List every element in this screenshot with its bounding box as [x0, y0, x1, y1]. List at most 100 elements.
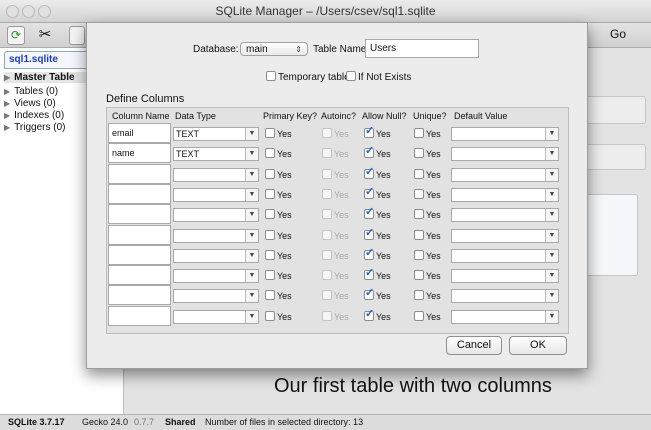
default-value-combo[interactable]: ▼ [451, 208, 559, 223]
table-name-input[interactable]: Users [365, 39, 479, 58]
allow-null-checkbox[interactable] [364, 286, 374, 301]
primary-key-option[interactable]: Yes [265, 188, 292, 200]
primary-key-checkbox[interactable] [265, 270, 275, 281]
primary-key-checkbox[interactable] [265, 128, 275, 138]
unique-checkbox[interactable] [414, 249, 424, 260]
primary-key-option[interactable]: Yes [265, 290, 292, 301]
dropdown-arrow-icon[interactable]: ▼ [245, 249, 258, 262]
allow-null-checkbox[interactable] [364, 185, 374, 199]
default-value-combo[interactable]: ▼ [451, 127, 559, 141]
allow-null-checkbox[interactable] [364, 266, 374, 281]
data-type-combo[interactable]: TEXT ▼ [173, 127, 259, 141]
unique-option[interactable]: Yes [414, 188, 441, 200]
default-value-combo[interactable]: ▼ [451, 309, 559, 324]
primary-key-option[interactable]: Yes [265, 148, 292, 159]
allow-null-checkbox[interactable] [364, 205, 374, 220]
primary-key-option[interactable]: Yes [265, 209, 292, 220]
unique-option[interactable]: Yes [414, 270, 441, 281]
allow-null-option[interactable]: Yes [364, 124, 391, 139]
expand-arrow-icon[interactable]: ▶ [4, 73, 10, 82]
allow-null-option[interactable]: Yes [364, 185, 391, 200]
column-name-input[interactable]: name [108, 143, 171, 164]
tree-item-tables[interactable]: ▶ Tables (0) [4, 86, 58, 97]
primary-key-option[interactable]: Yes [265, 270, 292, 281]
allow-null-option[interactable]: Yes [364, 246, 391, 261]
expand-arrow-icon[interactable]: ▶ [4, 123, 10, 132]
primary-key-option[interactable]: Yes [265, 168, 292, 180]
data-type-combo[interactable]: ▼ [173, 187, 259, 202]
column-name-input[interactable] [108, 244, 171, 265]
dropdown-arrow-icon[interactable]: ▼ [545, 148, 558, 161]
allow-null-checkbox[interactable] [364, 226, 374, 240]
primary-key-option[interactable]: Yes [265, 310, 292, 322]
default-value-combo[interactable]: ▼ [451, 289, 559, 304]
column-name-input[interactable] [108, 305, 171, 326]
unique-option[interactable]: Yes [414, 290, 441, 301]
data-type-combo[interactable]: ▼ [173, 309, 259, 324]
dropdown-arrow-icon[interactable]: ▼ [245, 209, 258, 222]
expand-arrow-icon[interactable]: ▶ [4, 99, 10, 108]
data-type-combo[interactable]: ▼ [173, 248, 259, 263]
unique-checkbox[interactable] [414, 290, 424, 301]
primary-key-checkbox[interactable] [265, 249, 275, 260]
if-not-exists-option[interactable]: If Not Exists [346, 71, 411, 83]
primary-key-checkbox[interactable] [265, 188, 275, 199]
primary-key-checkbox[interactable] [265, 209, 275, 220]
dropdown-arrow-icon[interactable]: ▼ [245, 229, 258, 242]
column-name-input[interactable] [108, 163, 171, 184]
allow-null-option[interactable]: Yes [364, 205, 391, 220]
primary-key-checkbox[interactable] [265, 229, 275, 240]
default-value-combo[interactable]: ▼ [451, 248, 559, 263]
unique-option[interactable]: Yes [414, 209, 441, 220]
unique-checkbox[interactable] [414, 188, 424, 199]
primary-key-checkbox[interactable] [265, 290, 275, 301]
primary-key-checkbox[interactable] [265, 310, 275, 321]
default-value-combo[interactable]: ▼ [451, 147, 559, 162]
primary-key-option[interactable]: Yes [265, 249, 292, 261]
cancel-button[interactable]: Cancel [446, 336, 502, 355]
tree-item-triggers[interactable]: ▶ Triggers (0) [4, 122, 65, 133]
data-type-combo[interactable]: ▼ [173, 167, 259, 182]
allow-null-option[interactable]: Yes [364, 165, 391, 180]
allow-null-option[interactable]: Yes [364, 226, 391, 241]
temporary-table-option[interactable]: Temporary table [266, 71, 350, 83]
dropdown-arrow-icon[interactable]: ▼ [245, 188, 258, 201]
dropdown-arrow-icon[interactable]: ▼ [545, 290, 558, 303]
dropdown-arrow-icon[interactable]: ▼ [245, 148, 258, 161]
dropdown-arrow-icon[interactable]: ▼ [245, 128, 258, 140]
allow-null-checkbox[interactable] [364, 307, 374, 321]
database-tab[interactable]: sql1.sqlite [4, 51, 90, 69]
unique-option[interactable]: Yes [414, 128, 441, 139]
allow-null-option[interactable]: Yes [364, 286, 391, 301]
if-not-exists-checkbox[interactable] [346, 71, 356, 81]
dropdown-arrow-icon[interactable]: ▼ [245, 168, 258, 181]
unique-checkbox[interactable] [414, 229, 424, 240]
temporary-table-checkbox[interactable] [266, 71, 276, 81]
dropdown-arrow-icon[interactable]: ▼ [545, 270, 558, 283]
unique-checkbox[interactable] [414, 148, 424, 159]
allow-null-option[interactable]: Yes [364, 307, 391, 322]
unique-checkbox[interactable] [414, 310, 424, 321]
dropdown-arrow-icon[interactable]: ▼ [545, 168, 558, 181]
default-value-combo[interactable]: ▼ [451, 228, 559, 243]
ok-button[interactable]: OK [509, 336, 567, 355]
default-value-combo[interactable]: ▼ [451, 187, 559, 202]
primary-key-checkbox[interactable] [265, 148, 275, 159]
refresh-icon[interactable]: ⟳ [7, 26, 25, 45]
unique-option[interactable]: Yes [414, 168, 441, 180]
dropdown-arrow-icon[interactable]: ▼ [545, 188, 558, 201]
dropdown-arrow-icon[interactable]: ▼ [245, 310, 258, 323]
unique-option[interactable]: Yes [414, 249, 441, 261]
allow-null-option[interactable]: Yes [364, 266, 391, 281]
toolbar-button-partial[interactable] [69, 26, 85, 45]
unique-option[interactable]: Yes [414, 310, 441, 322]
dropdown-arrow-icon[interactable]: ▼ [545, 209, 558, 222]
column-name-input[interactable] [108, 204, 171, 225]
dropdown-arrow-icon[interactable]: ▼ [545, 310, 558, 323]
expand-arrow-icon[interactable]: ▶ [4, 87, 10, 96]
data-type-combo[interactable]: ▼ [173, 228, 259, 243]
database-select[interactable]: main ⇕ [240, 42, 308, 56]
dropdown-arrow-icon[interactable]: ▼ [545, 249, 558, 262]
column-name-input[interactable] [108, 224, 171, 245]
data-type-combo[interactable]: ▼ [173, 208, 259, 223]
